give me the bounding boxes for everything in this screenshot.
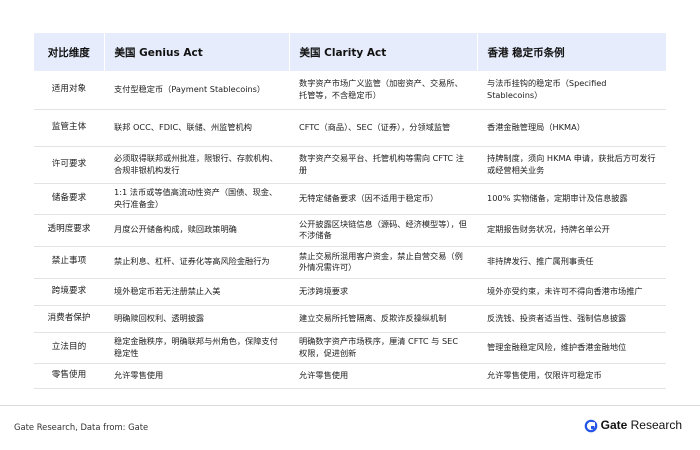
table-cell: 与法币挂钩的稳定币（Specified Stablecoins） — [477, 71, 666, 110]
table-row: 禁止事项 禁止利息、杠杆、证券化等高风险金融行为 禁止交易所混用客户资金，禁止自… — [34, 246, 666, 279]
row-label: 消费者保护 — [34, 305, 104, 333]
table-cell: 反洗钱、投资者适当性、强制信息披露 — [477, 305, 666, 333]
footer-source-text: Gate Research, Data from: Gate — [14, 422, 149, 432]
table-cell: 允许零售使用 — [289, 363, 477, 389]
brand-name: Gate — [600, 418, 628, 432]
table-row: 监管主体 联邦 OCC、FDIC、联储、州监管机构 CFTC（商品）、SEC（证… — [34, 109, 666, 147]
table-row: 跨境要求 境外稳定币若无注册禁止入美 无涉跨境要求 境外亦受约束，未许可不得向香… — [34, 278, 666, 306]
table-cell: 明确数字资产市场秩序，厘清 CFTC 与 SEC 权限，促进创新 — [289, 332, 477, 364]
row-label: 零售使用 — [34, 363, 104, 389]
table-cell: 公开披露区块链信息（源码、经济模型等），但不涉储备 — [289, 214, 477, 247]
table-cell: 境外亦受约束，未许可不得向香港市场推广 — [477, 278, 666, 306]
row-label: 禁止事项 — [34, 246, 104, 279]
comparison-table: 对比维度 美国 Genius Act 美国 Clarity Act 香港 稳定币… — [34, 33, 667, 389]
table-cell: 管理金融稳定风险，维护香港金融地位 — [477, 332, 666, 364]
table-row: 许可要求 必须取得联邦或州批准，限银行、存款机构、合规非银机构发行 数字资产交易… — [34, 146, 666, 184]
table-cell: 非持牌发行、推广属刑事责任 — [477, 246, 666, 279]
table-header: 对比维度 美国 Genius Act 美国 Clarity Act 香港 稳定币… — [34, 33, 667, 71]
row-label: 适用对象 — [34, 71, 104, 110]
table-cell: CFTC（商品）、SEC（证券），分领域监管 — [289, 109, 477, 147]
gate-logo-icon — [584, 418, 598, 433]
footer-divider — [0, 405, 700, 406]
table-cell: 联邦 OCC、FDIC、联储、州监管机构 — [104, 109, 289, 147]
table-row: 储备要求 1:1 法币或等值高流动性资产（国债、现金、央行准备金） 无特定储备要… — [34, 183, 666, 215]
table-cell: 持牌制度，须向 HKMA 申请，获批后方可发行或经营相关业务 — [477, 146, 666, 184]
table-cell: 数字资产交易平台、托管机构等需向 CFTC 注册 — [289, 146, 477, 184]
table-cell: 无涉跨境要求 — [289, 278, 477, 306]
row-label: 储备要求 — [34, 183, 104, 215]
header-genius-act: 美国 Genius Act — [104, 33, 290, 71]
table-cell: 建立交易所托管隔离、反欺诈反操纵机制 — [289, 305, 477, 333]
table-cell: 月度公开储备构成，赎回政策明确 — [104, 214, 289, 247]
row-label: 立法目的 — [34, 332, 104, 364]
table-row: 零售使用 允许零售使用 允许零售使用 允许零售使用，仅限许可稳定币 — [34, 363, 666, 389]
table-cell: 定期报告财务状况，持牌名单公开 — [477, 214, 666, 247]
row-label: 监管主体 — [34, 109, 104, 147]
table-cell: 100% 实物储备，定期审计及信息披露 — [477, 183, 666, 215]
header-hk-ordinance: 香港 稳定币条例 — [477, 33, 667, 71]
comparison-table-container: 对比维度 美国 Genius Act 美国 Clarity Act 香港 稳定币… — [34, 33, 667, 389]
brand-logo: Gate Research — [584, 418, 682, 433]
table-row: 立法目的 稳定金融秩序，明确联邦与州角色，保障支付稳定性 明确数字资产市场秩序，… — [34, 332, 666, 364]
table-cell: 必须取得联邦或州批准，限银行、存款机构、合规非银机构发行 — [104, 146, 289, 184]
header-dimension: 对比维度 — [34, 33, 105, 71]
brand-text: Gate Research — [601, 418, 682, 432]
table-cell: 允许零售使用 — [104, 363, 289, 389]
table-cell: 稳定金融秩序，明确联邦与州角色，保障支付稳定性 — [104, 332, 289, 364]
table-cell: 境外稳定币若无注册禁止入美 — [104, 278, 289, 306]
table-row: 适用对象 支付型稳定币（Payment Stablecoins） 数字资产市场广… — [34, 71, 666, 110]
table-row: 消费者保护 明确赎回权利、透明披露 建立交易所托管隔离、反欺诈反操纵机制 反洗钱… — [34, 305, 666, 333]
table-cell: 允许零售使用，仅限许可稳定币 — [477, 363, 666, 389]
table-cell: 禁止利息、杠杆、证券化等高风险金融行为 — [104, 246, 289, 279]
table-cell: 香港金融管理局（HKMA） — [477, 109, 666, 147]
table-cell: 无特定储备要求（因不适用于稳定币） — [289, 183, 477, 215]
table-cell: 禁止交易所混用客户资金，禁止自营交易（例外情况需许可） — [289, 246, 477, 279]
row-label: 许可要求 — [34, 146, 104, 184]
table-cell: 1:1 法币或等值高流动性资产（国债、现金、央行准备金） — [104, 183, 289, 215]
table-cell: 数字资产市场广义监管（加密资产、交易所、托管等，不含稳定币） — [289, 71, 477, 110]
table-cell: 支付型稳定币（Payment Stablecoins） — [104, 71, 289, 110]
row-label: 跨境要求 — [34, 278, 104, 306]
header-clarity-act: 美国 Clarity Act — [289, 33, 478, 71]
brand-suffix: Research — [627, 418, 682, 432]
row-label: 透明度要求 — [34, 214, 104, 247]
table-cell: 明确赎回权利、透明披露 — [104, 305, 289, 333]
table-row: 透明度要求 月度公开储备构成，赎回政策明确 公开披露区块链信息（源码、经济模型等… — [34, 214, 666, 247]
table-body: 适用对象 支付型稳定币（Payment Stablecoins） 数字资产市场广… — [34, 71, 666, 389]
